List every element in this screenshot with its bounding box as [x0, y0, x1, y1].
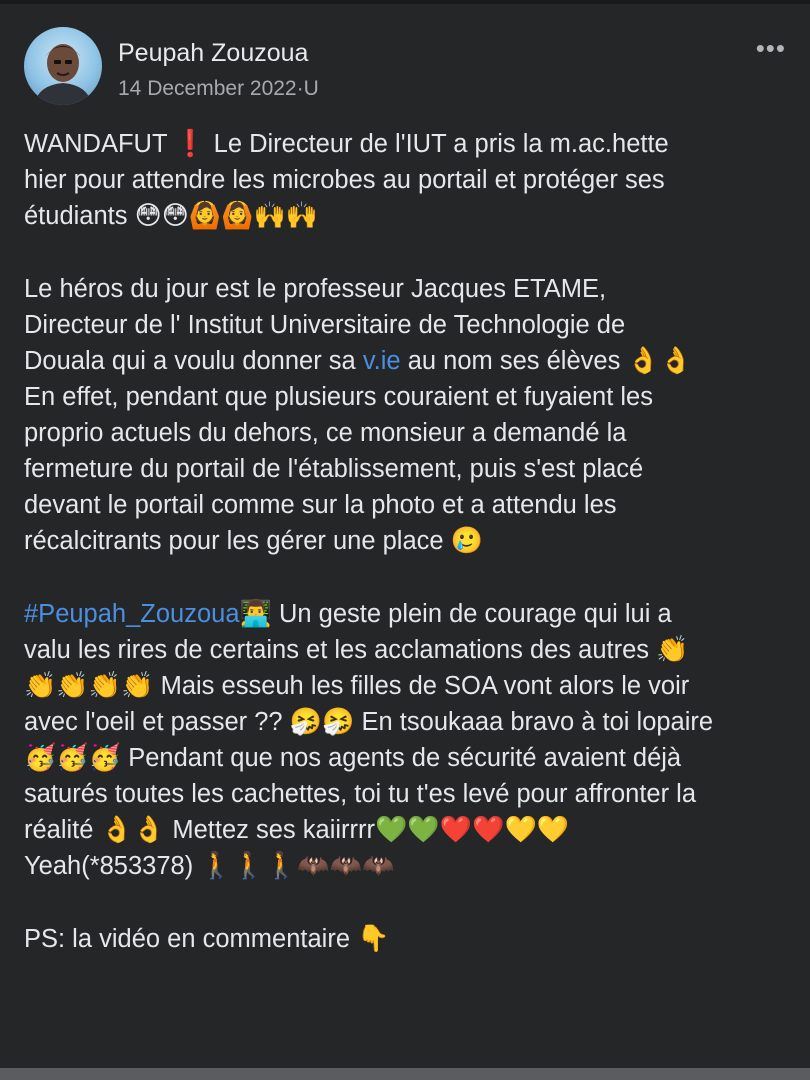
bottom-bar: [0, 1068, 810, 1080]
post-paragraph: Le héros du jour est le professeur Jacqu…: [24, 271, 794, 559]
text-segment: Douala qui a voulu donner sa: [24, 347, 363, 375]
text-segment: Directeur de l' Institut Universitaire d…: [24, 311, 626, 339]
text-segment: Un geste plein de courage qui lui a: [271, 600, 672, 628]
post-text-line: PS: la vidéo en commentaire 👇: [24, 921, 794, 957]
post-text-line: réalité 👌👌 Mettez ses kaiirrrr💚💚❤️❤️💛💛: [24, 812, 794, 848]
text-segment: devant le portail comme sur la photo et …: [24, 491, 617, 519]
post-text-line: valu les rires de certains et les acclam…: [24, 632, 794, 668]
post-meta: 14 December 2022·U: [118, 77, 319, 101]
post-text-line: hier pour attendre les microbes au porta…: [24, 162, 794, 198]
top-divider: [0, 0, 810, 4]
text-segment: hier pour attendre les microbes au porta…: [24, 166, 665, 194]
post-paragraph: WANDAFUT ❗ Le Directeur de l'IUT a pris …: [24, 126, 794, 234]
text-segment: PS: la vidéo en commentaire: [24, 925, 358, 953]
avatar[interactable]: [24, 27, 102, 105]
post-text-line: En effet, pendant que plusieurs couraien…: [24, 379, 794, 415]
text-segment: étudiants: [24, 202, 135, 230]
post-text-line: Douala qui a voulu donner sa v.ie au nom…: [24, 343, 794, 379]
text-segment: proprio actuels du dehors, ce monsieur a…: [24, 419, 627, 447]
text-segment: réalité: [24, 816, 101, 844]
text-segment: WANDAFUT: [24, 130, 175, 158]
post-text-line: étudiants 😳😳🙆🙆🙌🙌: [24, 198, 794, 234]
post-text-line: devant le portail comme sur la photo et …: [24, 487, 794, 523]
post-text-line: avec l'oeil et passer ?? 🤧🤧 En tsoukaaa …: [24, 704, 794, 740]
post-paragraph: PS: la vidéo en commentaire 👇: [24, 921, 794, 957]
text-segment: Le Directeur de l'IUT a pris la m.ac.het…: [206, 130, 669, 158]
emoji-icon: 🚶🚶🚶🦇🦇🦇: [200, 851, 395, 881]
text-segment: valu les rires de certains et les acclam…: [24, 636, 657, 664]
post-date[interactable]: 14 December 2022: [118, 77, 297, 100]
inline-link[interactable]: v.ie: [363, 347, 401, 375]
post-text-line: récalcitrants pour les gérer une place 🥲: [24, 523, 794, 559]
post-text-line: 🥳🥳🥳 Pendant que nos agents de sécurité a…: [24, 740, 794, 776]
emoji-icon: 🥲: [450, 526, 484, 556]
emoji-icon: 👏: [656, 635, 689, 665]
post-header: Peupah Zouzoua 14 December 2022·U •••: [24, 27, 794, 107]
visibility-label: U: [303, 77, 319, 100]
text-segment: Mais esseuh les filles de SOA vont alors…: [153, 672, 690, 700]
emoji-icon: 😳😳🙆🙆🙌🙌: [134, 201, 319, 231]
emoji-icon: 👌👌: [100, 815, 166, 845]
text-segment: Pendant que nos agents de sécurité avaie…: [121, 744, 682, 772]
post-text-line: Yeah(*853378) 🚶🚶🚶🦇🦇🦇: [24, 848, 794, 884]
text-segment: au nom ses élèves: [400, 347, 628, 375]
emoji-icon: ❗: [174, 129, 207, 159]
hashtag-link[interactable]: #Peupah_Zouzoua: [24, 600, 240, 628]
text-segment: Mettez ses kaiirrrr: [165, 816, 375, 844]
author-name[interactable]: Peupah Zouzoua: [118, 39, 308, 68]
post-text-line: fermeture du portail de l'établissement,…: [24, 451, 794, 487]
meta-separator: ·: [296, 77, 304, 100]
more-options-button[interactable]: •••: [756, 33, 786, 64]
post-text-line: Directeur de l' Institut Universitaire d…: [24, 307, 794, 343]
post-text-line: #Peupah_Zouzoua👨‍💻 Un geste plein de cou…: [24, 596, 794, 632]
post-text-line: Le héros du jour est le professeur Jacqu…: [24, 271, 794, 307]
text-segment: saturés toutes les cachettes, toi tu t'e…: [24, 780, 697, 808]
post-paragraph: #Peupah_Zouzoua👨‍💻 Un geste plein de cou…: [24, 596, 794, 884]
text-segment: récalcitrants pour les gérer une place: [24, 527, 451, 555]
post-body: WANDAFUT ❗ Le Directeur de l'IUT a pris …: [24, 126, 794, 994]
emoji-icon: 💚💚❤️❤️💛💛: [375, 815, 570, 845]
text-segment: Le héros du jour est le professeur Jacqu…: [24, 275, 607, 303]
post-text-line: saturés toutes les cachettes, toi tu t'e…: [24, 776, 794, 812]
emoji-icon: 🤧🤧: [289, 707, 355, 737]
text-segment: avec l'oeil et passer ??: [24, 708, 290, 736]
emoji-icon: 🥳🥳🥳: [24, 743, 122, 773]
emoji-icon: 👨‍💻: [239, 599, 272, 629]
text-segment: En effet, pendant que plusieurs couraien…: [24, 383, 653, 411]
emoji-icon: 👌👌: [627, 346, 693, 376]
text-segment: Yeah(*853378): [24, 852, 201, 880]
text-segment: fermeture du portail de l'établissement,…: [24, 455, 644, 483]
emoji-icon: 👏👏👏👏: [24, 671, 154, 701]
text-segment: En tsoukaaa bravo à toi lopaire: [354, 708, 714, 736]
post-text-line: 👏👏👏👏 Mais esseuh les filles de SOA vont …: [24, 668, 794, 704]
post-text-line: proprio actuels du dehors, ce monsieur a…: [24, 415, 794, 451]
post-text-line: WANDAFUT ❗ Le Directeur de l'IUT a pris …: [24, 126, 794, 162]
emoji-icon: 👇: [357, 924, 390, 954]
